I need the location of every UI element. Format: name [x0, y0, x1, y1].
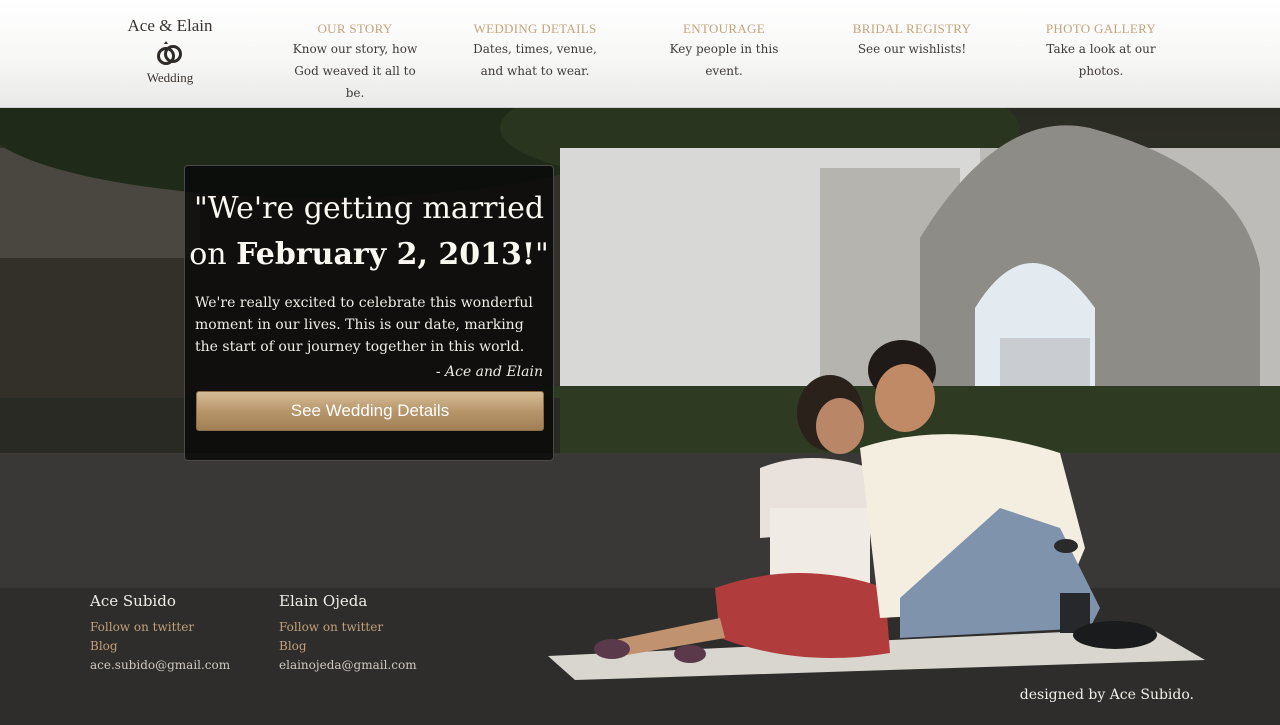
nav-bridal-registry[interactable]: BRIDAL REGISTRY See our wishlists! [818, 20, 1006, 104]
nav-title: ENTOURAGE [683, 21, 765, 36]
announcement-body: We're really excited to celebrate this w… [195, 295, 533, 355]
see-wedding-details-button[interactable]: See Wedding Details [196, 391, 544, 431]
nav-title: PHOTO GALLERY [1045, 21, 1157, 36]
contact-name: Ace Subido [90, 592, 176, 610]
design-credit: designed by Ace Subido. [1019, 687, 1194, 703]
twitter-link[interactable]: Follow on twitter [279, 618, 417, 637]
nav-description: Key people in this event. [669, 42, 779, 78]
nav-title: OUR STORY [317, 21, 393, 36]
nav-wedding-details[interactable]: WEDDING DETAILS Dates, times, venue, and… [440, 20, 630, 104]
announcement-signature: - Ace and Elain [435, 364, 543, 380]
contact-elain: Elain Ojeda Follow on twitter Blog elain… [279, 592, 417, 675]
blog-link[interactable]: Blog [279, 637, 417, 656]
nav-our-story[interactable]: OUR STORY Know our story, how God weaved… [270, 20, 440, 104]
wedding-date: February 2, 2013! [236, 237, 535, 272]
logo-subtitle: Wedding [146, 70, 194, 85]
nav-title: WEDDING DETAILS [473, 21, 597, 36]
main-nav: OUR STORY Know our story, how God weaved… [270, 20, 1196, 104]
heading-line1: "We're getting married [193, 191, 545, 226]
site-header: Ace & Elain Wedding OUR STORY Know our s… [0, 0, 1280, 108]
nav-entourage[interactable]: ENTOURAGE Key people in this event. [630, 20, 818, 104]
nav-description: Know our story, how God weaved it all to… [292, 42, 418, 100]
blog-link[interactable]: Blog [90, 637, 230, 656]
contact-ace: Ace Subido Follow on twitter Blog ace.su… [90, 592, 230, 675]
nav-description: See our wishlists! [857, 42, 967, 56]
nav-description: Dates, times, venue, and what to wear. [473, 42, 597, 78]
email-link[interactable]: ace.subido@gmail.com [90, 656, 230, 675]
wedding-rings-icon [157, 41, 182, 65]
announcement-card: "We're getting married on February 2, 20… [184, 165, 554, 461]
announcement-heading: "We're getting married on February 2, 20… [185, 186, 553, 278]
nav-title: BRIDAL REGISTRY [852, 21, 972, 36]
heading-suffix: " [535, 237, 549, 272]
heading-prefix: on [189, 237, 237, 272]
nav-description: Take a look at our photos. [1046, 42, 1156, 78]
logo-title: Ace & Elain [127, 16, 213, 35]
contact-name: Elain Ojeda [279, 592, 368, 610]
nav-photo-gallery[interactable]: PHOTO GALLERY Take a look at our photos. [1006, 20, 1196, 104]
twitter-link[interactable]: Follow on twitter [90, 618, 230, 637]
email-link[interactable]: elainojeda@gmail.com [279, 656, 417, 675]
site-logo[interactable]: Ace & Elain Wedding [118, 16, 222, 86]
